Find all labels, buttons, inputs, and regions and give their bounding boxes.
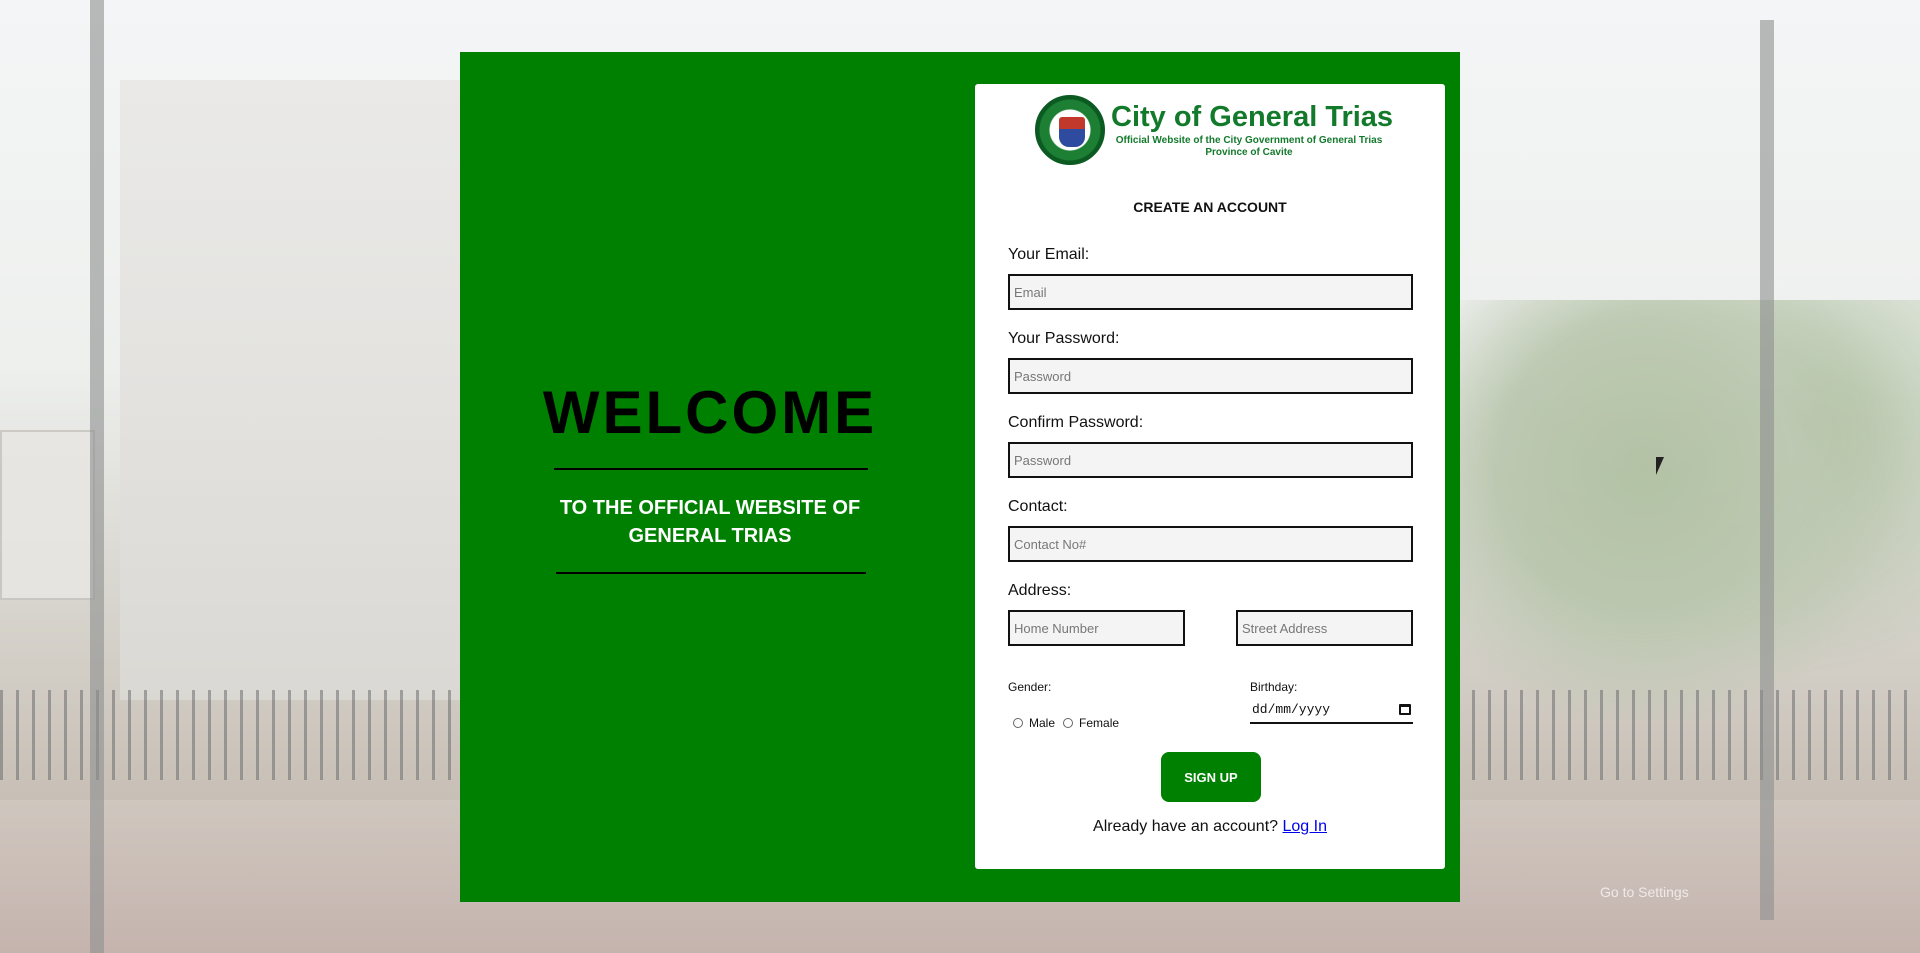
home-number-field[interactable] — [1008, 610, 1185, 646]
background-building — [120, 80, 460, 700]
gender-options: Male Female — [1013, 716, 1127, 730]
contact-field[interactable] — [1008, 526, 1413, 562]
birthday-label: Birthday: — [1250, 680, 1298, 694]
city-seal-icon — [1035, 95, 1105, 165]
welcome-subtitle: TO THE OFFICIAL WEBSITE OF GENERAL TRIAS — [559, 497, 861, 547]
password-label: Your Password: — [1008, 330, 1120, 347]
background-pole — [1760, 20, 1774, 920]
log-in-link[interactable]: Log In — [1282, 818, 1326, 835]
address-label: Address: — [1008, 582, 1072, 599]
contact-label: Contact: — [1008, 498, 1068, 515]
logo-tagline: Official Website of the City Government … — [1113, 135, 1385, 159]
welcome-title: WELCOME — [542, 379, 878, 446]
street-address-field[interactable] — [1236, 610, 1413, 646]
form-title: CREATE AN ACCOUNT — [1133, 199, 1287, 215]
birthday-placeholder: dd/mm/yyyy — [1252, 701, 1331, 717]
signup-form-card: City of General Trias Official Website o… — [975, 84, 1445, 869]
sign-up-button[interactable]: SIGN UP — [1161, 752, 1261, 802]
welcome-section: WELCOME TO THE OFFICIAL WEBSITE OF GENER… — [460, 52, 960, 902]
confirm-password-label: Confirm Password: — [1008, 414, 1144, 431]
gender-radio-male[interactable] — [1013, 718, 1023, 728]
mouse-cursor — [1656, 457, 1664, 475]
password-field[interactable] — [1008, 358, 1413, 394]
signup-panel: WELCOME TO THE OFFICIAL WEBSITE OF GENER… — [460, 52, 1460, 902]
logo-name: City of General Trias — [1111, 101, 1394, 133]
background-pole — [90, 0, 104, 953]
background-trees — [1460, 300, 1920, 720]
background-sign — [0, 430, 95, 600]
gender-option-label: Female — [1079, 716, 1120, 730]
gender-radio-female[interactable] — [1063, 718, 1074, 728]
divider — [556, 572, 866, 574]
email-label: Your Email: — [1008, 246, 1090, 263]
login-prompt-text: Already have an account? — [1093, 818, 1279, 835]
logo-province: Province of Cavite — [1205, 147, 1293, 158]
divider — [554, 468, 868, 470]
confirm-password-field[interactable] — [1008, 442, 1413, 478]
calendar-icon[interactable] — [1399, 703, 1411, 715]
activation-watermark: Go to Settings — [1600, 884, 1689, 900]
logo-tagline-line: Official Website of the City Government … — [1115, 135, 1383, 146]
email-field[interactable] — [1008, 274, 1413, 310]
city-logo: City of General Trias Official Website o… — [1035, 95, 1393, 167]
gender-option-label: Male — [1029, 716, 1056, 730]
login-prompt: Already have an account? Log In — [975, 818, 1445, 836]
birthday-date-field[interactable]: dd/mm/yyyy — [1250, 696, 1413, 724]
gender-label: Gender: — [1008, 680, 1052, 694]
